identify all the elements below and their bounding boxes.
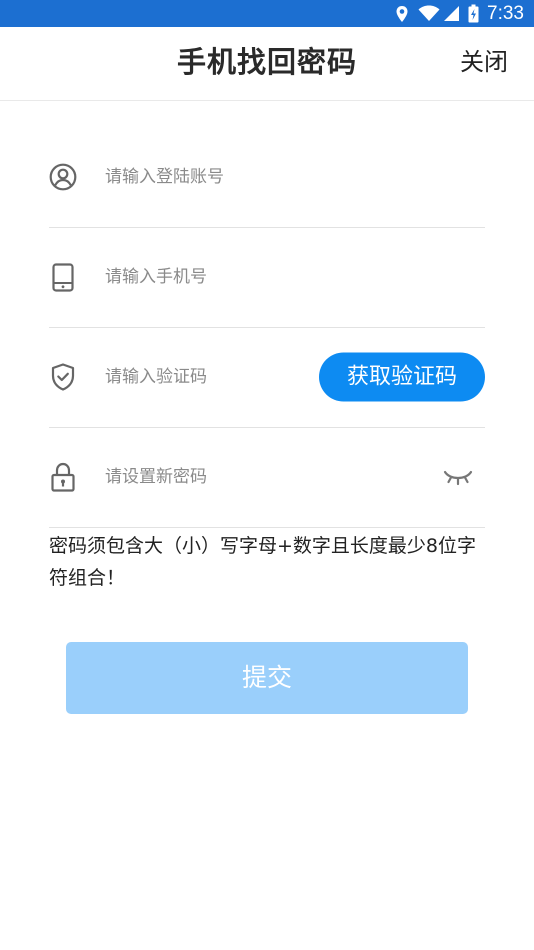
close-button[interactable]: 关闭 — [460, 27, 508, 100]
page-title: 手机找回密码 — [176, 45, 357, 79]
account-input[interactable] — [105, 161, 355, 193]
phone-icon — [49, 262, 77, 292]
code-row: 获取验证码 — [49, 327, 485, 428]
password-hint: 密码须包含大（小）写字母+数字且长度最少8位字符组合！ — [49, 535, 477, 589]
user-icon — [49, 162, 77, 192]
status-time: 7:33 — [487, 3, 524, 24]
get-code-button[interactable]: 获取验证码 — [319, 352, 485, 402]
account-row — [49, 127, 485, 228]
shield-icon — [49, 362, 77, 392]
header: 手机找回密码 关闭 — [0, 27, 534, 101]
submit-button[interactable]: 提交 — [66, 642, 468, 714]
wifi-icon — [418, 5, 440, 22]
location-icon — [395, 5, 409, 23]
signal-icon — [443, 5, 460, 22]
eye-closed-icon[interactable] — [443, 467, 473, 487]
battery-icon — [468, 4, 479, 23]
code-input[interactable] — [105, 361, 305, 393]
new-password-input[interactable] — [105, 461, 355, 493]
status-bar: 7:33 — [0, 0, 534, 27]
password-row — [49, 427, 485, 528]
phone-row — [49, 227, 485, 328]
lock-icon — [49, 462, 77, 492]
phone-input[interactable] — [105, 261, 355, 293]
status-icons: 7:33 — [395, 0, 524, 27]
